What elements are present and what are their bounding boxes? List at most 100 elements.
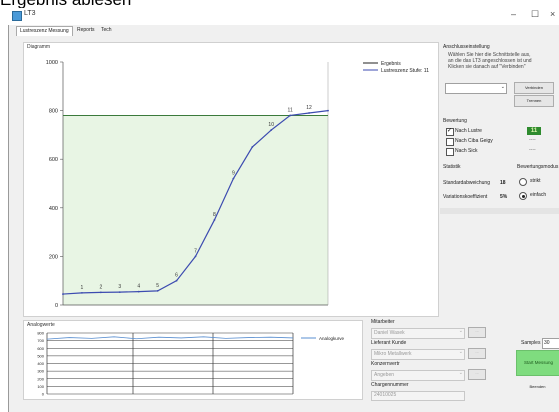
lieferant-value: Mikro Metallwerk <box>374 351 412 357</box>
data-point <box>156 290 159 292</box>
chart-area-fill <box>63 115 328 306</box>
point-label: 3 <box>118 284 121 290</box>
anschluss-info-3: Klicken sie danach auf "Verbinden" <box>448 64 526 70</box>
chevron-down-icon: ⌄ <box>458 328 463 334</box>
point-label: 1 <box>81 285 84 291</box>
port-select[interactable]: ⌄ <box>445 83 507 94</box>
stat-std-value: 18 <box>500 180 506 186</box>
label-strikt: strikt <box>530 178 541 184</box>
window-title: LT3 <box>24 10 36 17</box>
analog-y-label: 600 <box>37 346 44 351</box>
data-point <box>194 255 197 258</box>
y-tick-label: 400 <box>49 206 58 212</box>
y-tick-label: 800 <box>49 109 58 115</box>
konzern-select[interactable]: Angeben ⌄ <box>371 370 465 381</box>
data-point <box>308 112 310 114</box>
point-label: 10 <box>268 122 274 128</box>
minimize-button[interactable]: – <box>511 9 516 19</box>
mitarbeiter-label: Mitarbeiter <box>371 319 395 325</box>
konzern-value: Angeben <box>374 372 395 378</box>
data-point <box>118 291 121 294</box>
analog-y-label: 0 <box>42 392 45 397</box>
checkbox-lustre[interactable]: ✓ <box>446 128 454 136</box>
close-button[interactable]: × <box>550 9 555 19</box>
ciba-value: ---- <box>529 137 536 143</box>
analog-y-label: 100 <box>37 384 44 389</box>
samples-value: 30 <box>544 340 550 346</box>
beenden-button[interactable]: Beenden <box>516 378 559 396</box>
right-panel <box>440 42 559 270</box>
label-lustre: Nach Lustre <box>455 128 482 134</box>
lieferant-more-button[interactable]: ... <box>468 348 486 359</box>
analog-y-label: 700 <box>37 338 44 343</box>
chargen-label: Chargennummer <box>371 382 409 388</box>
tab-reports[interactable]: Reports <box>74 26 98 35</box>
y-tick-label: 600 <box>49 157 58 163</box>
y-tick-label: 0 <box>55 303 58 309</box>
data-point <box>251 146 254 148</box>
checkbox-sick[interactable] <box>446 148 454 156</box>
stat-std-label: Standardabweichung <box>443 180 490 186</box>
legend-ergebnis: Ergebnis <box>381 61 401 67</box>
data-point <box>232 177 235 180</box>
samples-label: Samples <box>521 340 541 346</box>
analog-y-label: 500 <box>37 353 44 358</box>
lieferant-select[interactable]: Mikro Metallwerk ⌄ <box>371 349 465 360</box>
maximize-button[interactable]: ☐ <box>531 9 539 20</box>
title-bar <box>8 8 559 25</box>
tab-messung[interactable]: Lustreszenz Messung <box>16 26 73 36</box>
point-label: 8 <box>213 212 216 218</box>
check-icon: ✓ <box>447 128 453 134</box>
chargen-input[interactable]: 24010025 <box>371 391 465 401</box>
data-point <box>99 291 102 294</box>
legend-lustreszenz: Lustreszenz Stufe: 11 <box>381 68 429 74</box>
y-tick-label: 200 <box>49 254 58 260</box>
label-sick: Nach Sick <box>455 148 478 154</box>
checkbox-ciba[interactable] <box>446 138 454 146</box>
bewertung-title: Bewertung <box>443 118 467 124</box>
chevron-down-icon: ⌄ <box>458 349 463 355</box>
point-label: 11 <box>288 107 293 113</box>
lieferant-label: Lieferant Kunde <box>371 340 407 346</box>
chevron-down-icon: ⌄ <box>500 84 505 90</box>
konzern-more-button[interactable]: ... <box>468 369 486 380</box>
start-measurement-button[interactable]: Start Messung <box>516 350 559 376</box>
chart-legend: Ergebnis Lustreszenz Stufe: 11 <box>363 61 429 74</box>
lustre-value-badge: 11 <box>527 127 541 135</box>
data-point <box>213 219 216 221</box>
analog-y-label: 300 <box>37 369 44 374</box>
data-point <box>175 279 178 282</box>
diagramm-chart: 10008006004002000 1 2 3 4 567891011 12 Ergebn… <box>46 60 429 309</box>
mitarbeiter-select[interactable]: Daniel Wasek ⌄ <box>371 328 465 339</box>
analog-y-label: 200 <box>37 376 44 381</box>
analog-series-line <box>46 336 294 340</box>
point-label: 7 <box>194 248 197 254</box>
radio-einfach[interactable] <box>519 192 527 200</box>
point-label: 9 <box>232 171 235 177</box>
samples-input[interactable]: 30 <box>542 338 559 349</box>
anschluss-title: Anschlusseinstellung <box>443 44 490 50</box>
data-point <box>137 290 140 293</box>
point-label: 4 <box>137 284 140 290</box>
bewertungsmodus-title: Bewertungsmodus <box>517 164 559 170</box>
legend-analogkurve: Analogkurve <box>319 336 345 341</box>
analog-y-label: 400 <box>37 361 44 366</box>
stat-var-label: Variationskoeffizient <box>443 194 488 200</box>
radio-strikt[interactable] <box>519 178 527 186</box>
mitarbeiter-more-button[interactable]: ... <box>468 327 486 338</box>
data-point <box>289 114 292 117</box>
statistik-title: Statistik <box>443 164 461 170</box>
chevron-down-icon: ⌄ <box>458 370 463 376</box>
label-einfach: einfach <box>530 192 547 198</box>
tab-tech[interactable]: Tech <box>98 26 115 35</box>
verbinden-button[interactable]: Verbinden <box>514 82 554 94</box>
label-ciba: Nach Ciba Geigy <box>455 138 493 144</box>
trennen-button[interactable]: Trennen <box>514 95 554 107</box>
data-point <box>327 109 329 112</box>
mitarbeiter-value: Daniel Wasek <box>374 330 405 336</box>
analog-y-label: 800 <box>37 331 44 336</box>
point-label: 12 <box>306 105 312 111</box>
app-icon <box>12 11 22 21</box>
point-label: 2 <box>99 284 102 290</box>
analog-chart: 800 700 600 500 400 300 200 100 0 Analogkurve <box>37 331 345 397</box>
